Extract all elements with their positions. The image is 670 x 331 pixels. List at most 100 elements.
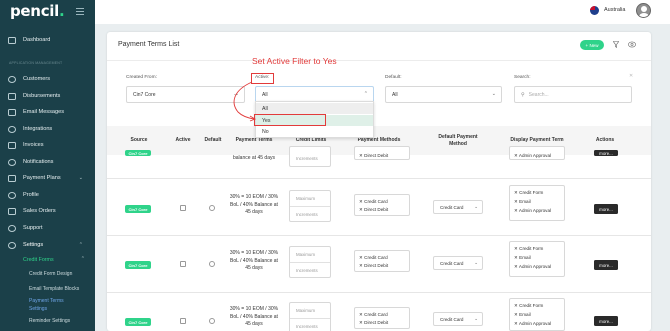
default-method-select[interactable]: Credit Card ⌄ — [433, 312, 483, 326]
sidebar-item-email-messages[interactable]: Email Messages — [8, 107, 93, 117]
tag-credit-card: ✕ Credit Card — [359, 312, 388, 317]
tag-admin-approval: ✕ Admin Approval — [514, 321, 552, 326]
user-avatar[interactable] — [636, 3, 651, 18]
payment-plans-icon — [8, 174, 16, 182]
hamburger-menu-icon[interactable] — [76, 8, 84, 17]
sidebar-item-invoices[interactable]: Invoices — [8, 140, 93, 150]
annotation-text: Set Active Filter to Yes — [252, 56, 337, 66]
display-term-field[interactable]: ✕ Credit Form ✕ Email ✕ Admin Approval — [509, 185, 565, 221]
close-icon[interactable]: ✕ — [629, 73, 633, 79]
sidebar-item-dashboard[interactable]: Dashboard — [8, 35, 93, 45]
page-title: Payment Terms List — [118, 41, 180, 48]
sidebar-subsub-credit-form-design[interactable]: Credit Form Design — [29, 271, 89, 279]
new-button[interactable]: + New — [580, 40, 604, 50]
australia-flag-icon[interactable] — [590, 6, 599, 15]
filter-icon[interactable] — [613, 41, 619, 48]
default-radio[interactable] — [209, 318, 215, 324]
sidebar-subsub-email-template-blocks[interactable]: Email Template Blocks — [29, 286, 89, 294]
payment-terms-text: 30% = 10 EOM / 30% BoL / 40% Balance at … — [229, 194, 279, 215]
more-button[interactable]: more... — [594, 316, 618, 326]
display-term-field[interactable]: ✕ Credit Form ✕ Email ✕ Admin Approval — [509, 298, 565, 331]
created-from-label: Created From: — [126, 75, 157, 80]
dropdown-option-no[interactable]: No — [256, 126, 373, 137]
default-radio[interactable] — [209, 261, 215, 267]
active-checkbox[interactable] — [180, 205, 186, 211]
sidebar-subitem-credit-forms[interactable]: Credit Forms — [23, 257, 54, 263]
chevron-up-icon: ⌃ — [363, 91, 368, 97]
search-label: Search: — [514, 75, 531, 80]
source-badge: Cin7 Core — [125, 318, 151, 326]
more-button[interactable]: more... — [594, 260, 618, 270]
sidebar-item-label: Email Messages — [23, 109, 65, 115]
default-select[interactable]: All ⌄ — [385, 86, 502, 103]
sidebar-item-profile[interactable]: Profile — [8, 190, 93, 200]
sidebar-item-label: Sales Orders — [23, 208, 56, 214]
sidebar-item-label: Customers — [23, 76, 51, 82]
profile-icon — [8, 191, 16, 199]
country-label[interactable]: Australia — [604, 7, 625, 13]
sidebar: pencil. Dashboard Application Management… — [0, 0, 95, 331]
source-badge: Cin7 Core — [125, 150, 151, 156]
sidebar-item-sales-orders[interactable]: Sales Orders — [8, 206, 93, 216]
sidebar-item-label: Profile — [23, 192, 39, 198]
chevron-up-icon: ⌃ — [78, 242, 83, 248]
sidebar-item-label: Disbursements — [23, 93, 61, 99]
chevron-down-icon: ⌄ — [474, 204, 478, 209]
sidebar-section-label: Application Management — [9, 61, 63, 65]
sidebar-item-label: Settings — [23, 242, 44, 248]
row-divider — [107, 292, 651, 293]
sidebar-item-support[interactable]: Support — [8, 223, 93, 233]
annotation-arrow — [233, 81, 257, 122]
card-divider — [107, 60, 651, 61]
chevron-down-icon: ⌄ — [474, 260, 478, 265]
tag-email: ✕ Email — [514, 255, 531, 260]
sidebar-item-disbursements[interactable]: Disbursements — [8, 91, 93, 101]
tag-direct-debit: ✕ Direct Debit — [359, 320, 389, 325]
eye-icon[interactable] — [628, 41, 636, 48]
tag-credit-card: ✕ Credit Card — [359, 199, 388, 204]
payment-methods-field[interactable]: ✕ Credit Card ✕ Direct Debit — [354, 194, 410, 216]
tag-email: ✕ Email — [514, 199, 531, 204]
sidebar-item-label: Notifications — [23, 159, 54, 165]
row-divider — [107, 235, 651, 236]
sidebar-item-notifications[interactable]: Notifications — [8, 157, 93, 167]
chevron-down-icon: ⌄ — [474, 316, 478, 321]
credit-limit-field[interactable]: Maximum Increments — [289, 190, 331, 222]
sidebar-subsub-payment-terms-settings[interactable]: Payment Terms Settings — [29, 298, 74, 313]
more-button[interactable]: more... — [594, 204, 618, 214]
sidebar-item-customers[interactable]: Customers — [8, 74, 93, 84]
tag-email: ✕ Email — [514, 312, 531, 317]
active-checkbox[interactable] — [180, 261, 186, 267]
search-input[interactable]: ⚲ Search... — [514, 86, 632, 103]
sidebar-item-label: Support — [23, 225, 43, 231]
sidebar-item-integrations[interactable]: Integrations — [8, 124, 93, 134]
payment-methods-field[interactable]: ✕ Credit Card ✕ Direct Debit — [354, 250, 410, 272]
sidebar-subsub-reminder-settings[interactable]: Reminder Settings — [29, 318, 89, 326]
top-bar — [95, 0, 670, 24]
credit-limit-field[interactable]: Maximum Increments — [289, 246, 331, 278]
sidebar-item-settings[interactable]: Settings ⌃ — [8, 240, 93, 250]
payment-terms-text: balance at 45 days — [233, 155, 275, 161]
default-radio[interactable] — [209, 205, 215, 211]
payment-methods-field[interactable]: ✕ Direct Debit — [354, 146, 410, 160]
credit-limit-field[interactable]: Increments — [289, 146, 331, 167]
col-active: Active — [175, 137, 191, 144]
default-method-select[interactable]: Credit Card ⌄ — [433, 256, 483, 270]
display-term-field[interactable]: ✕ Credit Form ✕ Email ✕ Admin Approval — [509, 241, 565, 277]
default-method-select[interactable]: Credit Card ⌄ — [433, 200, 483, 214]
display-term-field[interactable]: ✕ Admin Approval — [509, 146, 565, 160]
active-checkbox[interactable] — [180, 318, 186, 324]
tag-credit-card: ✕ Credit Card — [359, 255, 388, 260]
pencil-logo[interactable]: pencil. — [10, 2, 65, 20]
credit-limit-field[interactable]: Maximum Increments — [289, 302, 331, 331]
dashboard-icon — [8, 36, 16, 44]
dropdown-option-all[interactable]: All — [256, 103, 373, 114]
col-default: Default — [204, 137, 222, 144]
support-icon — [8, 224, 16, 232]
more-button[interactable]: more... — [594, 150, 618, 156]
tag-credit-form: ✕ Credit Form — [514, 246, 544, 251]
sidebar-item-payment-plans[interactable]: Payment Plans ⌄ — [8, 173, 93, 183]
default-label: Default: — [385, 75, 402, 80]
sidebar-item-label: Integrations — [23, 126, 53, 132]
payment-methods-field[interactable]: ✕ Credit Card ✕ Direct Debit — [354, 307, 410, 329]
